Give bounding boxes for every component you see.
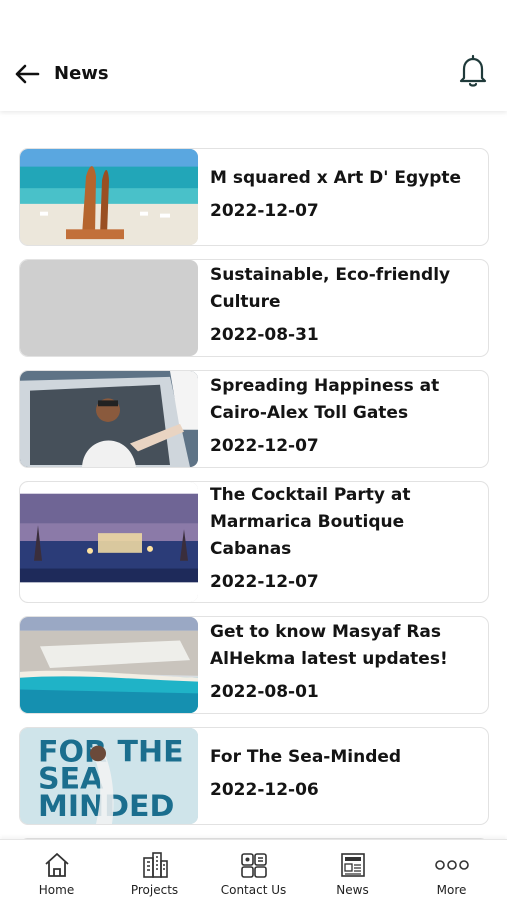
page-title: News [54, 63, 109, 84]
back-button[interactable] [14, 62, 40, 86]
nav-more-label: More [436, 883, 467, 897]
nav-more[interactable]: More [402, 840, 501, 900]
news-date: 2022-12-06 [210, 780, 319, 800]
news-thumbnail-aerial-coast [20, 617, 198, 713]
contact-icon [240, 853, 267, 878]
news-date: 2022-12-07 [210, 436, 319, 456]
nav-contact-us[interactable]: Contact Us [204, 840, 303, 900]
nav-home[interactable]: Home [7, 840, 106, 900]
news-title: M squared x Art D' Egypte [210, 168, 462, 188]
news-card[interactable]: The Cocktail Party at Marmarica Boutique… [19, 481, 489, 603]
news-card[interactable]: Get to know Masyaf Ras AlHekma latest up… [19, 616, 489, 714]
news-screen: News M squared x Art D' Egypte 2022-12-0… [0, 0, 507, 900]
nav-news-label: News [336, 883, 369, 897]
news-thumbnail-placeholder [20, 260, 198, 356]
news-thumbnail-toll-gate [20, 371, 198, 467]
news-title: The Cocktail Party at Marmarica Boutique… [210, 485, 411, 559]
news-thumbnail-cocktail-party [20, 482, 198, 602]
nav-home-label: Home [38, 883, 75, 897]
news-date: 2022-12-07 [210, 201, 319, 221]
news-card[interactable]: FOR THE SEA MINDED For The Sea-Minded 20… [19, 727, 489, 825]
top-app-bar: News [0, 0, 507, 111]
news-date: 2022-08-01 [210, 682, 319, 702]
nav-projects-label: Projects [130, 883, 179, 897]
news-thumbnail-beach-sculpture [20, 149, 198, 245]
news-date: 2022-12-07 [210, 572, 319, 592]
bell-icon [459, 54, 487, 87]
newspaper-icon [340, 853, 365, 877]
bottom-navigation: Home Projects Contact Us News More [0, 839, 507, 900]
news-list: M squared x Art D' Egypte 2022-12-07 Sus… [0, 111, 507, 839]
more-dots-icon [434, 860, 469, 870]
arrow-left-icon [15, 64, 40, 84]
home-icon [44, 853, 69, 877]
news-card[interactable]: M squared x Art D' Egypte 2022-12-07 [19, 148, 489, 246]
news-title: Sustainable, Eco-friendly Culture [210, 265, 451, 312]
notifications-button[interactable] [458, 54, 488, 88]
nav-projects[interactable]: Projects [105, 840, 204, 900]
nav-news[interactable]: News [303, 840, 402, 900]
buildings-icon [142, 852, 168, 878]
nav-contact-us-label: Contact Us [220, 883, 287, 897]
news-thumbnail-sea-minded: FOR THE SEA MINDED [20, 728, 198, 824]
news-date: 2022-08-31 [210, 325, 319, 345]
news-card[interactable]: Sustainable, Eco-friendly Culture 2022-0… [19, 259, 489, 357]
news-card[interactable]: Spreading Happiness at Cairo-Alex Toll G… [19, 370, 489, 468]
news-title: For The Sea-Minded [210, 747, 402, 767]
news-title: Spreading Happiness at Cairo-Alex Toll G… [210, 376, 440, 423]
news-title: Get to know Masyaf Ras AlHekma latest up… [210, 622, 448, 669]
